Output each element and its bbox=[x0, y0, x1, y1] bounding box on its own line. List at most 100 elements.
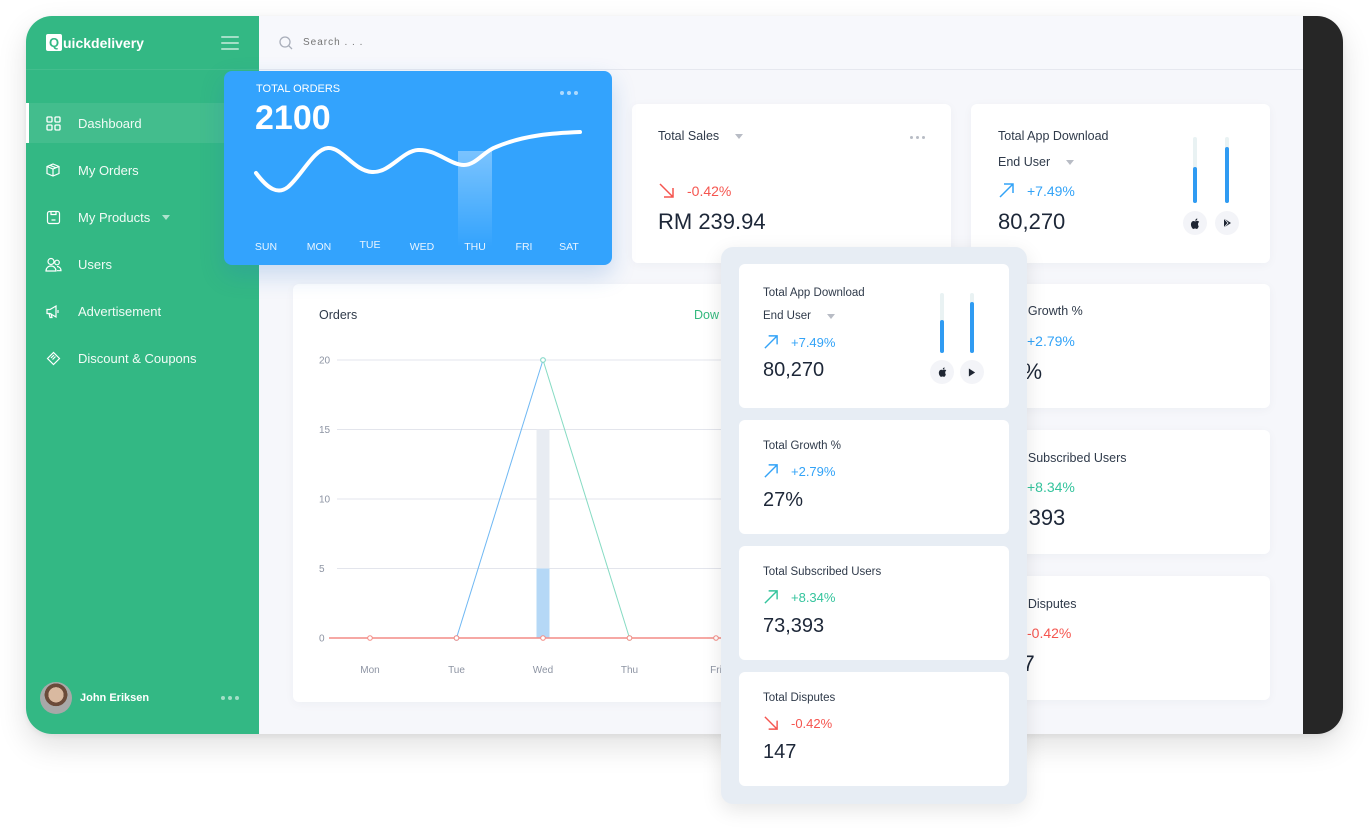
arrow-up-right-icon bbox=[764, 464, 778, 478]
card-title: Total Subscribed Users bbox=[763, 566, 882, 578]
series-red-point bbox=[367, 635, 373, 641]
more-options-icon[interactable] bbox=[910, 136, 925, 139]
avatar[interactable] bbox=[40, 682, 72, 714]
grid-icon bbox=[44, 114, 62, 132]
play-store-icon[interactable] bbox=[1215, 211, 1239, 235]
card-title: Total App Download bbox=[763, 287, 865, 299]
logo-icon: Q bbox=[46, 34, 62, 51]
store-buttons bbox=[1183, 211, 1239, 235]
chevron-down-icon[interactable] bbox=[162, 214, 171, 220]
product-icon bbox=[44, 208, 62, 226]
sidebar-item-label: My Products bbox=[78, 209, 151, 225]
platform-bars bbox=[940, 293, 974, 353]
brand-logo[interactable]: Q uickdelivery bbox=[46, 34, 144, 51]
disputes-stack-card: Total Disputes -0.42% 147 bbox=[739, 672, 1009, 786]
ios-bar bbox=[1193, 137, 1197, 203]
y-tick-label: 10 bbox=[319, 495, 331, 506]
more-options-icon[interactable] bbox=[560, 91, 578, 95]
change-indicator: -0.42% bbox=[763, 715, 832, 731]
chevron-down-icon bbox=[1066, 159, 1075, 165]
arrow-down-right-icon bbox=[659, 183, 674, 198]
change-value: -0.42% bbox=[791, 715, 833, 731]
day-label: THU bbox=[464, 241, 486, 253]
user-name: John Eriksen bbox=[80, 692, 150, 704]
android-bar-fill bbox=[1225, 146, 1229, 203]
orders-chart-card: Orders Dow 0 5 10 15 20 Mon Tue Wed Thu Fri bbox=[293, 284, 743, 702]
card-title: Total Disputes bbox=[763, 692, 836, 704]
arrow-down-right-icon bbox=[764, 716, 778, 730]
hamburger-menu-icon[interactable] bbox=[221, 35, 239, 50]
change-value: +7.49% bbox=[791, 334, 836, 350]
x-tick-label: Thu bbox=[621, 665, 638, 676]
user-profile[interactable]: John Eriksen bbox=[40, 682, 239, 714]
apple-icon[interactable] bbox=[1183, 211, 1207, 235]
y-tick-label: 15 bbox=[319, 425, 331, 436]
card-title: Total App Download bbox=[998, 129, 1109, 143]
card-title: Total Sales bbox=[658, 129, 720, 143]
y-tick-label: 20 bbox=[319, 356, 331, 367]
day-label: MON bbox=[306, 241, 332, 253]
chevron-down-icon bbox=[826, 313, 835, 319]
change-value: +2.79% bbox=[1027, 332, 1075, 349]
box-icon bbox=[44, 161, 62, 179]
subscribed-stack-card: Total Subscribed Users +8.34% 73,393 bbox=[739, 546, 1009, 660]
sidebar-item-discount-coupons[interactable]: Discount & Coupons bbox=[26, 338, 259, 378]
play-store-icon[interactable] bbox=[960, 360, 984, 384]
android-bar-fill bbox=[970, 302, 974, 353]
app-download-stack-card: Total App Download End User +7.49% 80,27… bbox=[739, 264, 1009, 408]
change-indicator: -0.42% bbox=[658, 182, 731, 199]
chevron-down-icon[interactable] bbox=[735, 133, 744, 139]
day-label: SUN bbox=[254, 241, 278, 253]
card-value: 80,270 bbox=[763, 359, 825, 381]
day-label: SAT bbox=[559, 241, 579, 253]
day-label: FRI bbox=[515, 241, 533, 253]
users-icon bbox=[44, 255, 62, 273]
arrow-up-right-icon bbox=[999, 183, 1014, 198]
orders-chart: 05101520Mon Tue Wed Thu Fri bbox=[319, 356, 743, 676]
tag-icon bbox=[44, 349, 62, 367]
card-value: 80,270 bbox=[998, 209, 1066, 234]
arrow-up-right-icon bbox=[764, 335, 778, 349]
card-value: 73,393 bbox=[763, 615, 825, 637]
more-options-icon[interactable] bbox=[221, 696, 239, 700]
series-red-point bbox=[540, 635, 546, 641]
ios-bar bbox=[940, 293, 944, 353]
x-tick-label: Wed bbox=[533, 665, 553, 676]
filter-dropdown[interactable]: End User bbox=[998, 155, 1075, 169]
sidebar-item-advertisement[interactable]: Advertisement bbox=[26, 291, 259, 331]
brand-row: Q uickdelivery bbox=[26, 16, 259, 70]
ios-bar-fill bbox=[940, 320, 944, 353]
filter-value: End User bbox=[763, 310, 811, 322]
search-input[interactable] bbox=[303, 37, 503, 48]
app-download-card: Total App Download End User +7.49% 80,27… bbox=[971, 104, 1270, 263]
sidebar-item-label: Advertisement bbox=[78, 303, 162, 319]
filter-value: End User bbox=[998, 155, 1051, 169]
apple-icon[interactable] bbox=[930, 360, 954, 384]
card-title: Total Growth % bbox=[763, 440, 841, 452]
change-indicator: +8.34% bbox=[763, 589, 835, 605]
store-buttons bbox=[930, 360, 984, 384]
change-value: +8.34% bbox=[791, 589, 836, 605]
card-value: RM 239.94 bbox=[658, 209, 766, 234]
total-orders-card: TOTAL ORDERS 2100 SUN MON TUE WED THU FR… bbox=[224, 71, 612, 265]
total-sales-header: Total Sales bbox=[658, 129, 744, 143]
day-label: WED bbox=[409, 241, 435, 253]
change-indicator: +7.49% bbox=[763, 334, 835, 350]
change-value: -0.42% bbox=[1027, 624, 1072, 641]
filter-dropdown[interactable]: End User bbox=[763, 310, 835, 322]
growth-stack-card: Total Growth % +2.79% 27% bbox=[739, 420, 1009, 534]
change-indicator: +2.79% bbox=[763, 463, 835, 479]
day-label: TUE bbox=[359, 239, 381, 251]
change-value: +8.34% bbox=[1027, 478, 1075, 495]
change-value: +2.79% bbox=[791, 463, 836, 479]
series-red-point bbox=[713, 635, 719, 641]
series-red-point bbox=[453, 635, 460, 641]
series-teal-point bbox=[540, 357, 546, 363]
device-bezel bbox=[1303, 16, 1343, 734]
change-value: -0.42% bbox=[687, 182, 732, 199]
arrow-up-right-icon bbox=[764, 590, 778, 604]
series-red-point bbox=[626, 635, 633, 641]
android-bar bbox=[970, 293, 974, 353]
bar-value bbox=[536, 568, 550, 638]
sidebar-item-label: Dashboard bbox=[78, 115, 142, 131]
